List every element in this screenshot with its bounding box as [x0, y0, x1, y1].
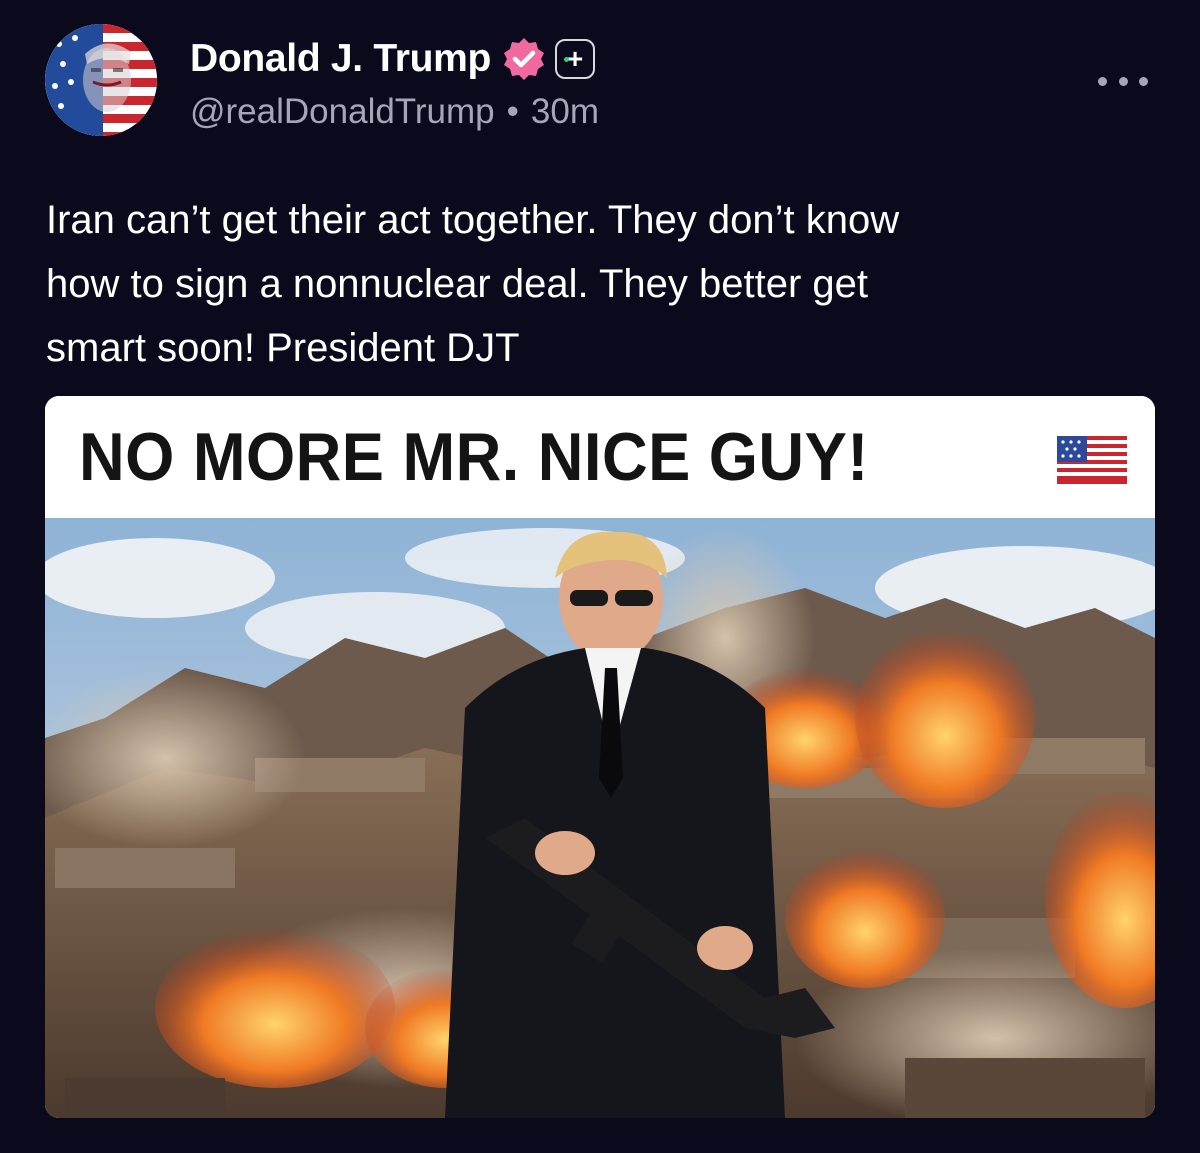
plus-badge-icon: + — [555, 39, 596, 79]
post-timestamp[interactable]: 30m — [531, 92, 599, 132]
media-scene — [45, 518, 1155, 1118]
meta-separator: • — [506, 92, 519, 131]
us-flag-icon — [1057, 436, 1127, 484]
author-handle[interactable]: @realDonaldTrump — [190, 92, 495, 132]
post-body: Iran can’t get their act together. They … — [46, 198, 900, 370]
banner-text: NO MORE MR. NICE GUY! — [79, 419, 869, 495]
avatar[interactable] — [45, 24, 157, 136]
verified-badge-icon — [504, 38, 545, 80]
post-card: Donald J. Trump + @realDonaldTrump • 30m… — [0, 0, 1200, 1153]
author-row: Donald J. Trump + — [190, 34, 596, 84]
more-dot — [1098, 76, 1107, 86]
more-dot — [1118, 76, 1128, 86]
post-media-image[interactable]: NO MORE MR. NICE GUY! — [45, 396, 1155, 1118]
more-options-button[interactable] — [1098, 66, 1148, 96]
author-display-name[interactable]: Donald J. Trump — [190, 37, 491, 81]
media-banner: NO MORE MR. NICE GUY! — [45, 396, 1155, 518]
more-dot — [1139, 76, 1148, 86]
author-meta: @realDonaldTrump • 30m — [190, 92, 599, 132]
